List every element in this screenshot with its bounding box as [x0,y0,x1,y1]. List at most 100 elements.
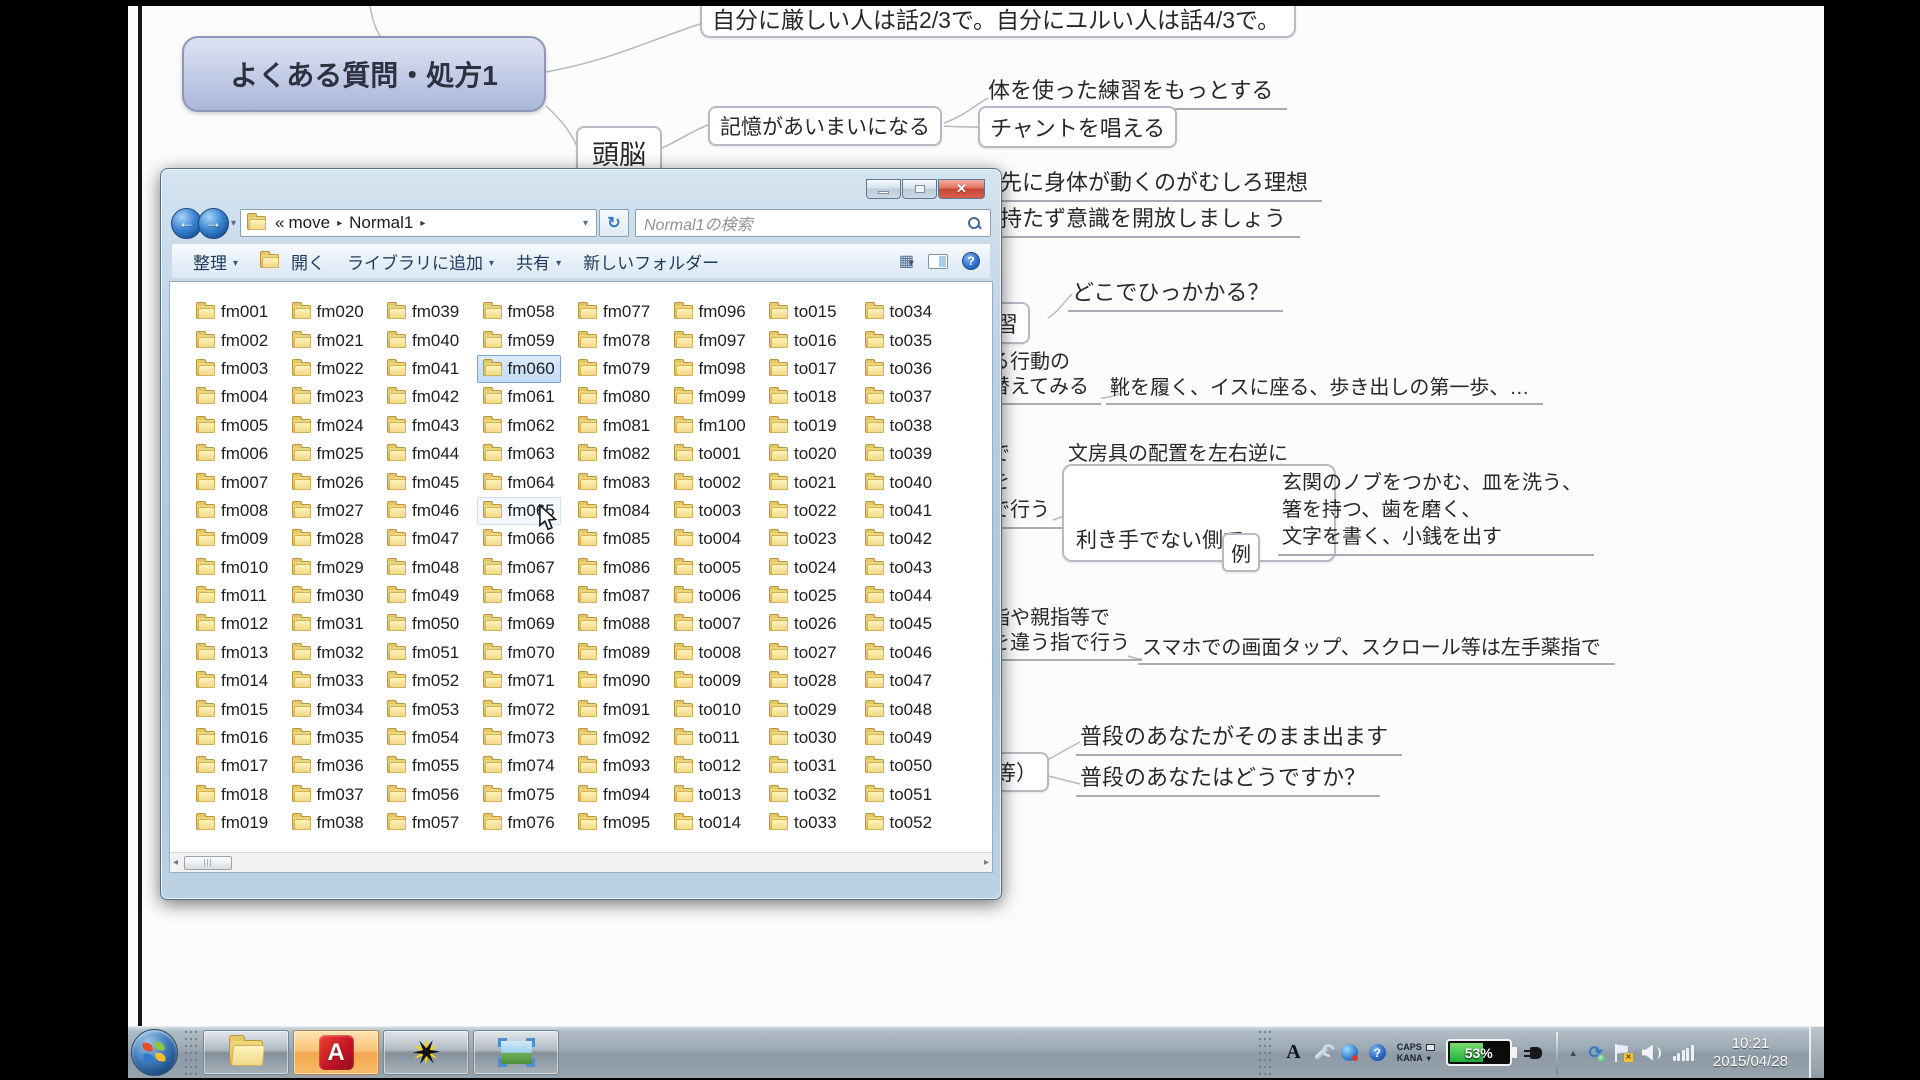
folder-item[interactable]: fm047 [381,525,465,553]
folder-item[interactable]: fm078 [572,326,656,354]
folder-item[interactable]: fm051 [381,639,465,667]
folder-item[interactable]: to016 [763,326,843,354]
scrollbar-thumb[interactable]: ||| [184,856,232,870]
folder-item[interactable]: fm042 [381,383,465,411]
folder-item[interactable]: to037 [859,383,939,411]
taskbar-clock[interactable]: 10:21 2015/04/28 [1705,1035,1796,1071]
minimize-button[interactable] [866,179,901,199]
folder-item[interactable]: fm039 [381,298,465,326]
folder-item[interactable]: fm007 [190,468,274,496]
folder-item[interactable]: to019 [763,412,843,440]
folder-item[interactable]: fm083 [572,468,656,496]
folder-item[interactable]: fm015 [190,695,274,723]
ime-help-icon[interactable]: ? [1369,1044,1386,1061]
folder-item[interactable]: to045 [859,610,939,638]
folder-item[interactable]: fm023 [286,383,370,411]
folder-item[interactable]: fm089 [572,639,656,667]
folder-item[interactable]: to010 [668,695,748,723]
folder-item[interactable]: fm070 [477,639,561,667]
folder-item[interactable]: to022 [763,497,843,525]
node-main-topic[interactable]: よくある質問・処方1 [182,36,546,112]
folder-item[interactable]: fm095 [572,809,656,837]
help-button[interactable]: ? [962,252,980,270]
taskbar-button-explorer[interactable] [203,1030,289,1075]
folder-item[interactable]: fm093 [572,752,656,780]
taskbar-button-adobe-reader[interactable]: A [293,1030,379,1075]
folder-item[interactable]: fm074 [477,752,561,780]
folder-item[interactable]: to042 [859,525,939,553]
folder-item[interactable]: to040 [859,468,939,496]
folder-item[interactable]: fm060 [477,355,561,383]
folder-item[interactable]: to017 [763,355,843,383]
folder-item[interactable]: fm091 [572,695,656,723]
refresh-button[interactable]: ↻ [599,209,629,237]
folder-item[interactable]: fm036 [286,752,370,780]
address-bar[interactable]: « move ▸ Normal1 ▸ ▾ [240,209,597,237]
folder-item[interactable]: fm097 [668,326,752,354]
folder-item[interactable]: to009 [668,667,748,695]
show-desktop-button[interactable] [1809,1027,1824,1079]
network-signal-icon[interactable] [1673,1045,1694,1061]
folder-item[interactable]: fm069 [477,610,561,638]
folder-item[interactable]: fm013 [190,639,274,667]
folder-item[interactable]: fm086 [572,554,656,582]
taskbar-button-star-app[interactable]: ✶✶ [383,1030,469,1075]
folder-item[interactable]: fm080 [572,383,656,411]
taskbar-button-image-viewer[interactable] [473,1030,559,1075]
folder-item[interactable]: fm018 [190,781,274,809]
ime-status-panel[interactable]: CAPS KANA▾ [1397,1042,1435,1064]
folder-item[interactable]: to027 [763,639,843,667]
folder-item[interactable]: fm040 [381,326,465,354]
folder-item[interactable]: to026 [763,610,843,638]
folder-item[interactable]: fm030 [286,582,370,610]
folder-item[interactable]: fm006 [190,440,274,468]
folder-item[interactable]: fm068 [477,582,561,610]
folder-item[interactable]: fm087 [572,582,656,610]
folder-item[interactable]: fm045 [381,468,465,496]
folder-item[interactable]: to021 [763,468,843,496]
folder-item[interactable]: fm088 [572,610,656,638]
close-button[interactable]: ✕ [938,179,985,199]
start-button[interactable] [131,1029,178,1076]
folder-item[interactable]: to028 [763,667,843,695]
views-button[interactable]: ▦ ▾ [899,251,914,271]
folder-item[interactable]: fm005 [190,412,274,440]
breadcrumb-overflow[interactable]: « [273,213,286,233]
address-dropdown-icon[interactable]: ▾ [583,218,590,229]
folder-item[interactable]: to007 [668,610,748,638]
folder-item[interactable]: fm090 [572,667,656,695]
node-body-practice[interactable]: 体を使った練習をもっとする [984,72,1287,110]
wrench-icon[interactable] [1312,1044,1330,1062]
folder-item[interactable]: to013 [668,781,748,809]
folder-item[interactable]: fm071 [477,667,561,695]
node-strict-rule[interactable]: 自分に厳しい人は話2/3で。自分にユルい人は話4/3で。 [700,6,1296,38]
folder-item[interactable]: to008 [668,639,748,667]
folder-item[interactable]: to020 [763,440,843,468]
node-kioku[interactable]: 記憶があいまいになる [708,106,942,146]
folder-item[interactable]: fm022 [286,355,370,383]
folder-item[interactable]: fm054 [381,724,465,752]
folder-item[interactable]: fm075 [477,781,561,809]
folder-item[interactable]: to029 [763,695,843,723]
folder-item[interactable]: to002 [668,468,748,496]
node-where-stuck[interactable]: どこでひっかかる？ [1068,274,1283,312]
node-koudou[interactable]: る行動の 替えてみる [986,350,1101,405]
folder-item[interactable]: fm026 [286,468,370,496]
folder-item[interactable]: to038 [859,412,939,440]
folder-item[interactable]: fm049 [381,582,465,610]
folder-item[interactable]: fm076 [477,809,561,837]
folder-item[interactable]: fm002 [190,326,274,354]
folder-item[interactable]: fm057 [381,809,465,837]
breadcrumb-separator-icon[interactable]: ▸ [415,218,430,229]
folder-item[interactable]: fm059 [477,326,561,354]
folder-item[interactable]: fm055 [381,752,465,780]
breadcrumb-normal1[interactable]: Normal1 [347,213,415,233]
folder-item[interactable]: fm077 [572,298,656,326]
folder-item[interactable]: to046 [859,639,939,667]
folder-item[interactable]: fm033 [286,667,370,695]
folder-item[interactable]: fm044 [381,440,465,468]
folder-item[interactable]: to032 [763,781,843,809]
scroll-left-icon[interactable]: ◂ [173,857,178,868]
folder-item[interactable]: fm046 [381,497,465,525]
folder-item[interactable]: to023 [763,525,843,553]
